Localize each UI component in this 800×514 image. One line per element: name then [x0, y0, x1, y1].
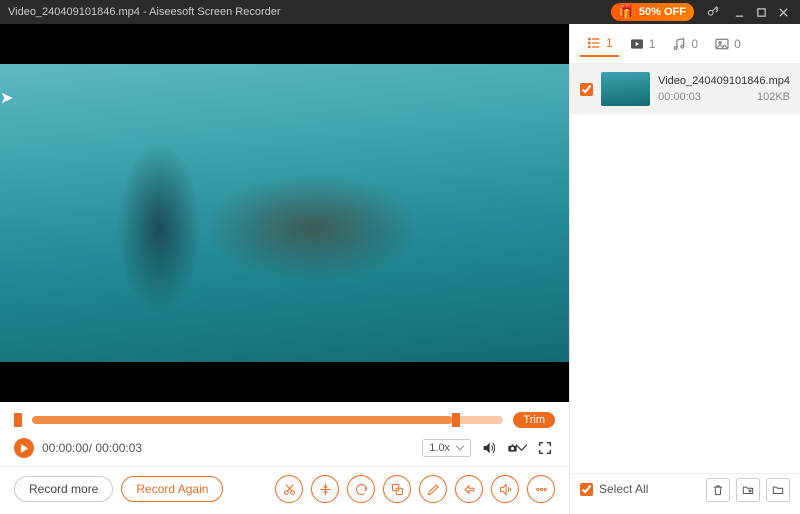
file-item[interactable]: Video_240409101846.mp4 00:00:03 102KB [570, 64, 800, 114]
music-icon [671, 36, 687, 52]
edit-button[interactable] [419, 475, 447, 503]
chevron-down-icon [456, 445, 464, 451]
history-footer: Select All [570, 473, 800, 514]
bottom-actions: Record more Record Again [0, 466, 569, 513]
trim-button[interactable]: Trim [513, 412, 555, 428]
file-list: Video_240409101846.mp4 00:00:03 102KB [570, 64, 800, 473]
maximize-button[interactable] [752, 3, 770, 21]
window-title: Video_240409101846.mp4 - Aiseesoft Scree… [8, 6, 611, 18]
timeline[interactable]: Trim [14, 412, 555, 428]
compress-button[interactable] [311, 475, 339, 503]
chevron-down-icon [516, 440, 527, 456]
trim-end-handle[interactable] [452, 413, 460, 427]
tabs: 1 1 0 0 [570, 24, 800, 64]
open-folder-button[interactable] [766, 478, 790, 502]
playback-row: 00:00:00/ 00:00:03 1.0x [14, 438, 555, 458]
close-button[interactable] [774, 3, 792, 21]
convert-button[interactable] [347, 475, 375, 503]
tab-list[interactable]: 1 [580, 31, 619, 57]
key-icon[interactable] [706, 4, 720, 21]
file-size: 102KB [757, 91, 790, 103]
trim-start-handle[interactable] [14, 413, 22, 427]
record-more-button[interactable]: Record more [14, 476, 113, 502]
video-icon [629, 36, 645, 52]
fullscreen-button[interactable] [535, 438, 555, 458]
tab-video[interactable]: 1 [623, 32, 662, 56]
preview-panel: ➤ Trim 00:00:00/ 00:00:03 1.0x [0, 24, 570, 514]
file-name: Video_240409101846.mp4 [658, 75, 790, 87]
history-panel: 1 1 0 0 Video_240409101846.mp4 [570, 24, 800, 514]
volume-button[interactable] [479, 438, 499, 458]
minimize-button[interactable] [730, 3, 748, 21]
speed-select[interactable]: 1.0x [422, 439, 471, 457]
share-button[interactable] [491, 475, 519, 503]
play-button[interactable] [14, 438, 34, 458]
title-bar: Video_240409101846.mp4 - Aiseesoft Scree… [0, 0, 800, 24]
file-checkbox[interactable] [580, 83, 593, 96]
select-all-label: Select All [599, 482, 648, 496]
promo-text: 50% OFF [639, 6, 686, 18]
delete-button[interactable] [706, 478, 730, 502]
track-fill [32, 416, 452, 424]
video-area[interactable]: ➤ [0, 24, 569, 402]
record-again-button[interactable]: Record Again [121, 476, 223, 502]
gift-icon: 🎁 [619, 4, 635, 20]
select-all-checkbox[interactable] [580, 483, 593, 496]
open-file-button[interactable] [736, 478, 760, 502]
more-button[interactable] [527, 475, 555, 503]
video-frame [0, 64, 569, 362]
time-display: 00:00:00/ 00:00:03 [42, 441, 142, 455]
merge-button[interactable] [383, 475, 411, 503]
image-icon [714, 36, 730, 52]
snapshot-button[interactable] [507, 438, 527, 458]
controls: Trim 00:00:00/ 00:00:03 1.0x [0, 402, 569, 466]
tab-image[interactable]: 0 [708, 32, 747, 56]
timeline-track[interactable] [32, 416, 503, 424]
file-duration: 00:00:03 [658, 91, 701, 103]
trim-tool-button[interactable] [275, 475, 303, 503]
promo-badge[interactable]: 🎁 50% OFF [611, 3, 694, 21]
tab-audio[interactable]: 0 [665, 32, 704, 56]
file-meta: Video_240409101846.mp4 00:00:03 102KB [658, 75, 790, 103]
list-icon [586, 35, 602, 51]
export-button[interactable] [455, 475, 483, 503]
file-thumbnail [601, 72, 650, 106]
